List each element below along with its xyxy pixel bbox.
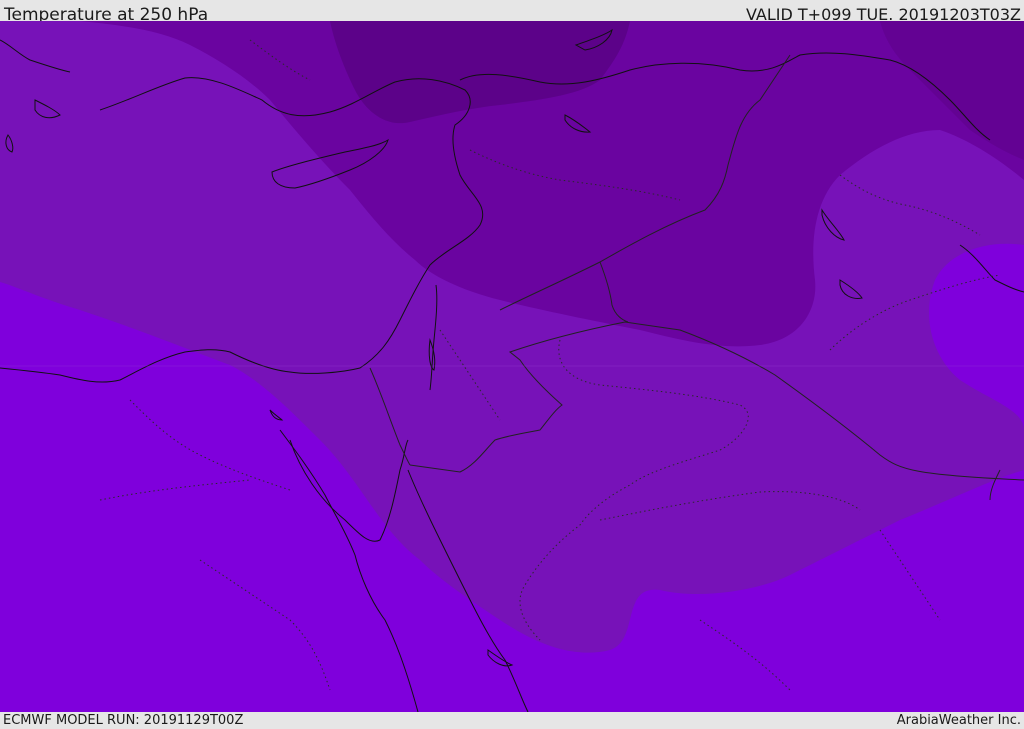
credit-label: ArabiaWeather Inc.: [896, 713, 1021, 728]
header-bar: Temperature at 250 hPa VALID T+099 TUE. …: [0, 0, 1024, 25]
map-viewer: Temperature at 250 hPa VALID T+099 TUE. …: [0, 0, 1024, 729]
footer-bar: ECMWF MODEL RUN: 20191129T00Z ArabiaWeat…: [0, 712, 1024, 729]
model-run-label: ECMWF MODEL RUN: 20191129T00Z: [3, 713, 244, 728]
map-canvas: [0, 21, 1024, 712]
temperature-map[interactable]: [0, 21, 1024, 712]
